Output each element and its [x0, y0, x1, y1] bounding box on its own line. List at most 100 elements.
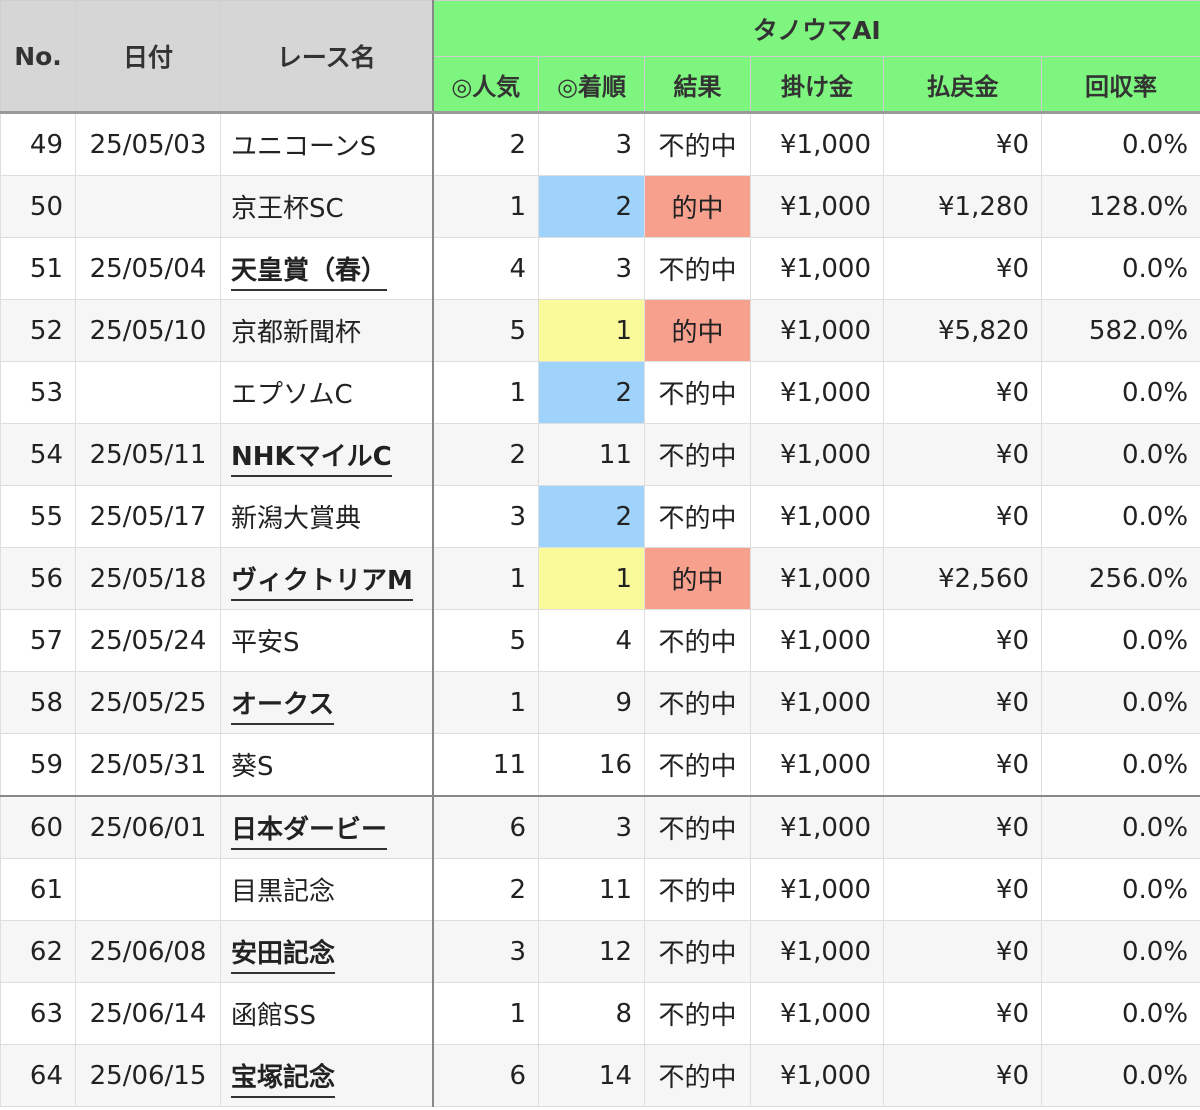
cell-race: オークス	[220, 671, 434, 734]
cell-result: 不的中	[644, 1044, 751, 1107]
table-row: 57 25/05/24 平安S 5 4 不的中 ¥1,000 ¥0 0.0%	[0, 609, 1200, 672]
cell-rate: 128.0%	[1040, 175, 1200, 238]
cell-payout: ¥0	[883, 982, 1042, 1045]
cell-payout: ¥0	[883, 423, 1042, 486]
cell-date	[75, 858, 221, 921]
cell-finish: 8	[538, 982, 645, 1045]
cell-race: 日本ダービー	[220, 795, 434, 859]
cell-race: エプソムC	[220, 361, 434, 424]
cell-bet: ¥1,000	[750, 920, 884, 983]
table-row: 63 25/06/14 函館SS 1 8 不的中 ¥1,000 ¥0 0.0%	[0, 982, 1200, 1045]
race-name-g1-link[interactable]: 安田記念	[231, 939, 336, 974]
cell-no: 51	[0, 237, 76, 300]
cell-race: 宝塚記念	[220, 1044, 434, 1107]
cell-popularity: 2	[432, 112, 539, 176]
cell-race: 葵S	[220, 733, 434, 797]
cell-payout: ¥1,280	[883, 175, 1042, 238]
table-row: 58 25/05/25 オークス 1 9 不的中 ¥1,000 ¥0 0.0%	[0, 671, 1200, 734]
race-name: 葵S	[231, 752, 274, 782]
cell-bet: ¥1,000	[750, 112, 884, 176]
cell-finish: 2	[538, 175, 645, 238]
cell-race: 新潟大賞典	[220, 485, 434, 548]
cell-result: 不的中	[644, 920, 751, 983]
results-table: No. 日付 レース名 タノウマAI ◎人気 ◎着順 結果 掛け金 払戻金 回収…	[0, 0, 1200, 1107]
cell-rate: 0.0%	[1040, 237, 1200, 300]
cell-result: 不的中	[644, 858, 751, 921]
cell-result: 不的中	[644, 485, 751, 548]
cell-no: 58	[0, 671, 76, 734]
race-name-g1-link[interactable]: ヴィクトリアM	[231, 566, 413, 601]
table-body: 49 25/05/03 ユニコーンS 2 3 不的中 ¥1,000 ¥0 0.0% 50 京王杯SC…	[0, 112, 1200, 1107]
cell-race: NHKマイルC	[220, 423, 434, 486]
cell-race: ヴィクトリアM	[220, 547, 434, 610]
cell-finish: 14	[538, 1044, 645, 1107]
cell-popularity: 2	[432, 858, 539, 921]
cell-bet: ¥1,000	[750, 423, 884, 486]
table-row: 52 25/05/10 京都新聞杯 5 1 的中 ¥1,000 ¥5,820 582.0%	[0, 299, 1200, 362]
cell-no: 52	[0, 299, 76, 362]
cell-finish: 16	[538, 733, 645, 797]
cell-finish: 11	[538, 858, 645, 921]
cell-popularity: 1	[432, 175, 539, 238]
cell-result: 不的中	[644, 112, 751, 176]
race-name-g1-link[interactable]: オークス	[231, 690, 335, 725]
race-name-g1-link[interactable]: 日本ダービー	[231, 815, 388, 850]
cell-no: 60	[0, 795, 76, 859]
cell-rate: 0.0%	[1040, 795, 1200, 859]
cell-bet: ¥1,000	[750, 547, 884, 610]
cell-finish: 4	[538, 609, 645, 672]
cell-date: 25/06/01	[75, 795, 221, 859]
cell-no: 63	[0, 982, 76, 1045]
cell-no: 59	[0, 733, 76, 797]
cell-bet: ¥1,000	[750, 982, 884, 1045]
cell-race: 天皇賞（春）	[220, 237, 434, 300]
cell-no: 50	[0, 175, 76, 238]
cell-popularity: 5	[432, 299, 539, 362]
race-name-g1-link[interactable]: 天皇賞（春）	[231, 256, 388, 291]
cell-no: 62	[0, 920, 76, 983]
race-name-g1-link[interactable]: 宝塚記念	[231, 1063, 336, 1098]
cell-result: 不的中	[644, 361, 751, 424]
race-name: ユニコーンS	[231, 132, 377, 162]
cell-popularity: 1	[432, 361, 539, 424]
table-row: 64 25/06/15 宝塚記念 6 14 不的中 ¥1,000 ¥0 0.0%	[0, 1044, 1200, 1107]
cell-date: 25/05/04	[75, 237, 221, 300]
race-name: 京都新聞杯	[231, 318, 362, 348]
table-row: 51 25/05/04 天皇賞（春） 4 3 不的中 ¥1,000 ¥0 0.0%	[0, 237, 1200, 300]
table-row: 62 25/06/08 安田記念 3 12 不的中 ¥1,000 ¥0 0.0%	[0, 920, 1200, 983]
cell-finish: 11	[538, 423, 645, 486]
header-bet: 掛け金	[750, 56, 884, 114]
cell-race: ユニコーンS	[220, 112, 434, 176]
cell-rate: 0.0%	[1040, 423, 1200, 486]
cell-rate: 582.0%	[1040, 299, 1200, 362]
cell-bet: ¥1,000	[750, 361, 884, 424]
cell-finish: 3	[538, 237, 645, 300]
cell-rate: 0.0%	[1040, 361, 1200, 424]
cell-popularity: 6	[432, 1044, 539, 1107]
race-name: エプソムC	[231, 380, 353, 410]
cell-finish: 3	[538, 795, 645, 859]
cell-popularity: 4	[432, 237, 539, 300]
cell-payout: ¥0	[883, 795, 1042, 859]
cell-payout: ¥0	[883, 609, 1042, 672]
cell-race: 京王杯SC	[220, 175, 434, 238]
cell-rate: 0.0%	[1040, 112, 1200, 176]
cell-bet: ¥1,000	[750, 733, 884, 797]
cell-finish: 2	[538, 361, 645, 424]
header-result: 結果	[644, 56, 751, 114]
cell-no: 64	[0, 1044, 76, 1107]
header-popularity: ◎人気	[432, 56, 539, 114]
cell-bet: ¥1,000	[750, 858, 884, 921]
cell-finish: 1	[538, 299, 645, 362]
race-name-g1-link[interactable]: NHKマイルC	[231, 442, 392, 477]
cell-payout: ¥0	[883, 920, 1042, 983]
cell-rate: 0.0%	[1040, 671, 1200, 734]
cell-popularity: 11	[432, 733, 539, 797]
cell-date: 25/05/11	[75, 423, 221, 486]
cell-rate: 256.0%	[1040, 547, 1200, 610]
cell-popularity: 2	[432, 423, 539, 486]
cell-finish: 1	[538, 547, 645, 610]
table-row: 49 25/05/03 ユニコーンS 2 3 不的中 ¥1,000 ¥0 0.0%	[0, 112, 1200, 176]
header-payout: 払戻金	[883, 56, 1042, 114]
cell-date: 25/06/15	[75, 1044, 221, 1107]
